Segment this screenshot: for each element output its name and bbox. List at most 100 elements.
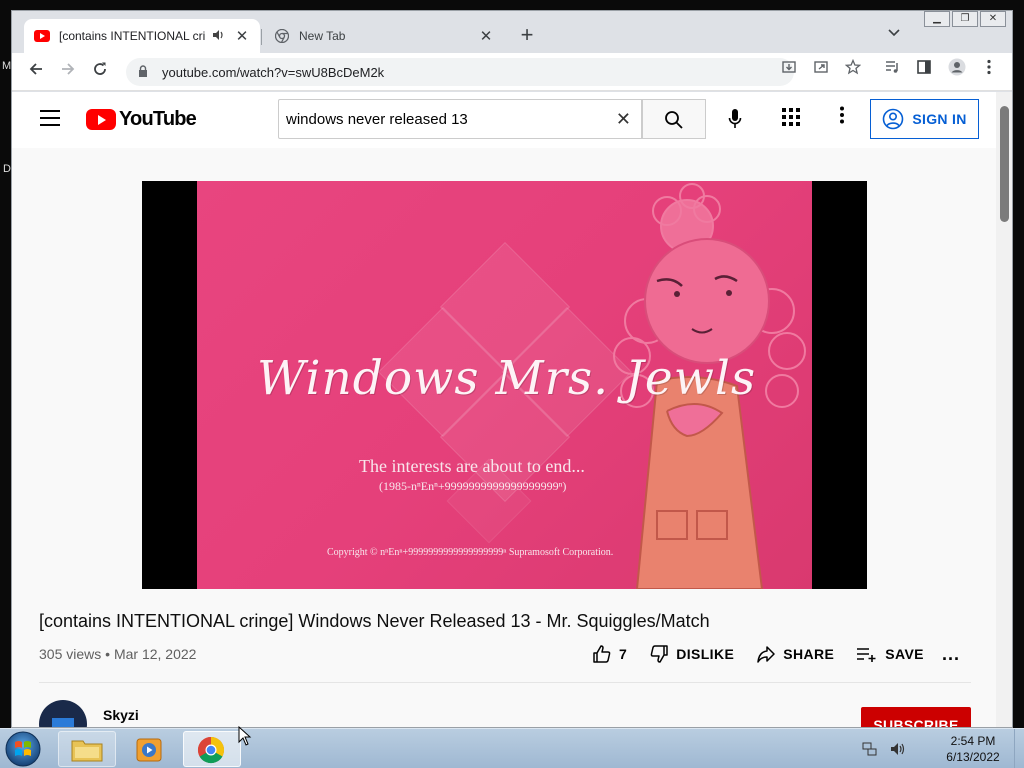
video-frame-copyright: Copyright © nⁿEnⁿ+9999999999999999999ⁿ S… [327,547,614,558]
desktop-text-d: D [3,163,11,175]
windows-logo-icon [52,718,74,727]
video-frame-subtitle: The interests are about to end... [359,456,585,476]
install-icon[interactable] [777,58,801,82]
thumbs-up-icon [593,645,611,663]
account-circle-icon [883,108,904,130]
close-tab-icon[interactable]: ✕ [478,27,494,45]
hamburger-menu-icon[interactable] [40,110,60,126]
profile-avatar-icon[interactable] [945,58,969,82]
close-window-button[interactable]: ✕ [980,11,1006,27]
browser-menu-icon[interactable] [977,58,1001,82]
scrollbar-thumb[interactable] [1000,106,1009,222]
search-query: windows never released 13 [286,110,468,128]
like-button[interactable]: 7 [592,644,627,664]
search-button[interactable] [642,99,706,139]
start-button[interactable] [4,730,44,768]
tab-divider [261,29,262,45]
clock-date: 6/13/2022 [946,750,1000,764]
clock-time: 2:54 PM [950,734,996,748]
system-tray [862,741,906,760]
video-player[interactable]: Windows Mrs. Jewls The interests are abo… [142,181,867,589]
maximize-button[interactable]: ❐ [952,11,978,27]
speaker-icon[interactable] [212,29,228,44]
video-frame: Windows Mrs. Jewls The interests are abo… [197,181,812,589]
close-tab-icon[interactable]: ✕ [234,27,250,45]
media-player-icon [136,738,162,762]
dislike-label: DISLIKE [676,646,735,662]
window-controls: ▁ ❐ ✕ [922,11,1006,27]
reload-icon[interactable] [88,60,112,84]
back-arrow-icon[interactable] [24,60,48,84]
desktop-text-m: M [2,60,12,72]
side-panel-icon[interactable] [912,58,936,82]
youtube-page: YouTube windows never released 13 ✕ SIGN… [12,92,1012,727]
taskbar-clock[interactable]: 2:54 PM 6/13/2022 [930,733,1016,765]
media-control-icon[interactable] [880,58,904,82]
forward-arrow-icon[interactable] [56,60,80,84]
channel-avatar[interactable] [39,700,87,727]
browser-window: [contains INTENTIONAL cringe] Windows Ne… [11,10,1013,728]
tab-new-tab[interactable]: New Tab ✕ [264,19,504,53]
url-text: youtube.com/watch?v=swU8BcDeM2k [162,64,385,80]
dislike-button[interactable]: DISLIKE [649,644,734,664]
tab-youtube[interactable]: [contains INTENTIONAL cringe] Windows Ne… [24,19,260,53]
view-count: 305 views [39,646,102,662]
share-button[interactable]: SHARE [756,644,834,664]
apps-grid-icon[interactable] [782,108,804,130]
sign-in-label: SIGN IN [912,111,967,127]
folder-icon [71,740,103,762]
video-frame-title: Windows Mrs. Jewls [257,351,757,406]
windows-taskbar: 2:54 PM 6/13/2022 [0,728,1024,768]
tab-search-chevron-icon[interactable] [884,25,904,45]
youtube-favicon-icon [34,28,50,44]
taskbar-explorer[interactable] [58,731,116,767]
taskbar-chrome[interactable] [183,731,241,767]
video-meta: 305 views • Mar 12, 2022 [39,646,196,662]
share-page-icon[interactable] [809,58,833,82]
meta-separator: • [101,646,114,662]
voice-search-button[interactable] [720,104,750,134]
bookmark-star-icon[interactable] [841,58,865,82]
video-frame-subtitle-years: (1985-nⁿEnⁿ+9999999999999999999ⁿ) [379,479,567,493]
youtube-logo-text: YouTube [119,108,197,130]
chrome-favicon-icon [274,28,290,44]
share-label: SHARE [783,646,835,662]
mouse-cursor-icon [238,726,252,746]
microphone-icon [728,109,742,128]
channel-name[interactable]: Skyzi [103,707,139,723]
search-icon [665,111,683,129]
tab-strip: [contains INTENTIONAL cringe] Windows Ne… [12,11,1012,53]
address-bar[interactable]: youtube.com/watch?v=swU8BcDeM2k [126,58,794,86]
video-title: [contains INTENTIONAL cringe] Windows Ne… [39,611,710,631]
volume-icon[interactable] [890,741,906,757]
windows-start-icon [5,731,41,767]
minimize-button[interactable]: ▁ [924,11,950,27]
network-icon[interactable] [862,741,878,757]
page-scrollbar[interactable] [996,92,1012,727]
like-count: 7 [619,646,628,662]
settings-more-icon[interactable] [832,106,852,130]
search-input[interactable]: windows never released 13 ✕ [278,99,642,139]
tab-title: [contains INTENTIONAL cringe] Windows Ne… [59,29,206,43]
clear-search-icon[interactable]: ✕ [616,109,631,130]
save-label: SAVE [885,646,924,662]
chrome-icon [197,736,225,764]
tab-title: New Tab [299,29,346,43]
youtube-header: YouTube windows never released 13 ✕ SIGN… [12,92,996,148]
divider [39,682,971,683]
taskbar-media-player[interactable] [119,731,177,767]
show-desktop-button[interactable] [1014,729,1024,768]
sign-in-button[interactable]: SIGN IN [870,99,979,139]
upload-date: Mar 12, 2022 [113,646,197,662]
save-button[interactable]: SAVE [856,646,924,662]
video-actions: 7 DISLIKE SHARE SAVE [592,644,946,664]
subscribe-button[interactable]: SUBSCRIBE [861,707,971,727]
youtube-logo[interactable]: YouTube [86,108,197,131]
youtube-play-icon [86,109,116,130]
more-actions-button[interactable]: ... [942,644,960,665]
new-tab-button[interactable]: + [514,23,540,49]
browser-toolbar: youtube.com/watch?v=swU8BcDeM2k [12,53,1012,91]
thumbs-down-icon [650,645,668,663]
share-arrow-icon [757,646,775,663]
lock-icon[interactable] [138,64,152,80]
